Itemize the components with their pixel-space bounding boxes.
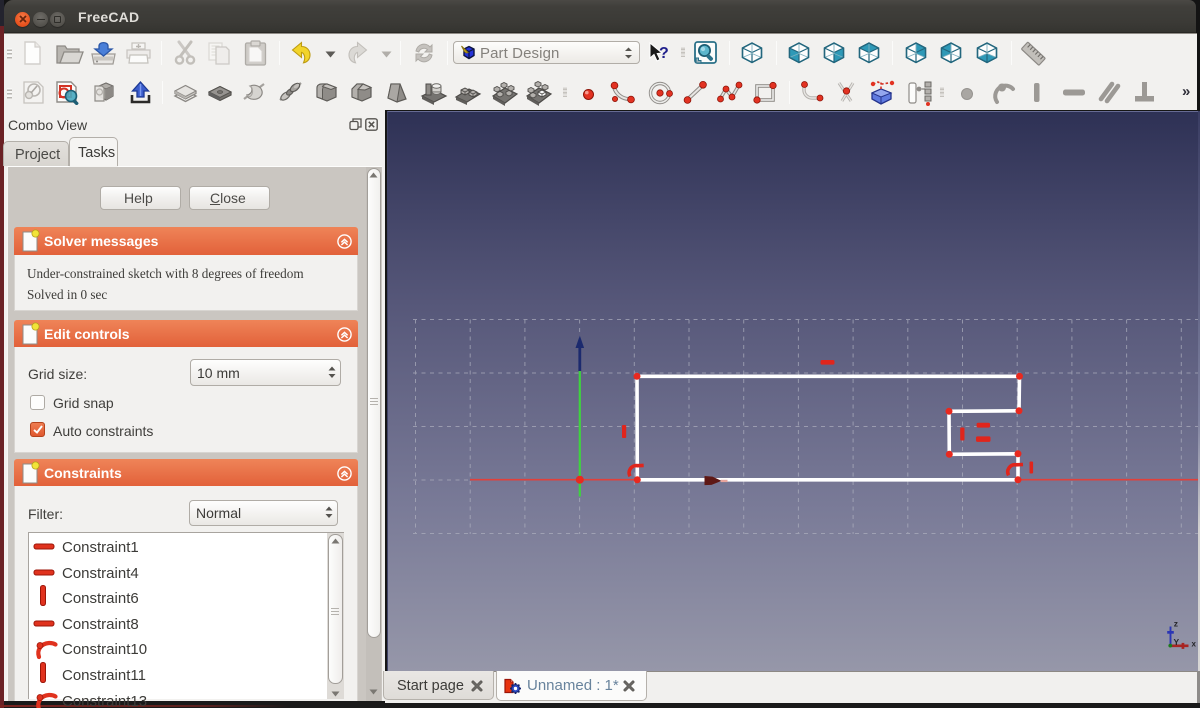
- svg-text:x: x: [1192, 640, 1197, 649]
- svg-text:z: z: [1174, 619, 1178, 629]
- svg-text:Y: Y: [1174, 637, 1180, 647]
- svg-text:?: ?: [659, 45, 669, 62]
